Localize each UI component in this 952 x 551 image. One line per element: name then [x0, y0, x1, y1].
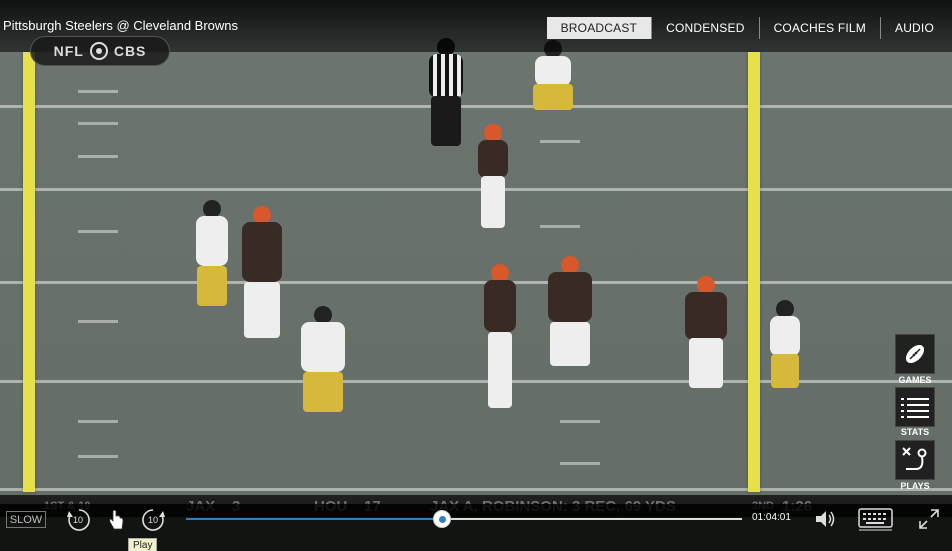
browns-player-figure [232, 206, 292, 346]
steelers-player-figure [760, 300, 810, 420]
progress-bar[interactable] [186, 510, 742, 528]
fullscreen-icon [919, 509, 939, 529]
hash-mark [78, 455, 118, 458]
hash-mark [78, 90, 118, 93]
goal-post [748, 52, 760, 492]
rewind-10-button[interactable]: 10 [66, 507, 92, 538]
referee-figure [418, 38, 474, 148]
hash-mark [78, 155, 118, 158]
tab-audio[interactable]: AUDIO [881, 17, 948, 39]
speaker-icon [816, 511, 835, 527]
logo-nfl: NFL [53, 43, 84, 59]
time-display: 01:04:01 [752, 512, 791, 523]
fullscreen-button[interactable] [916, 506, 942, 537]
yard-line [0, 105, 952, 108]
game-title: Pittsburgh Steelers @ Cleveland Browns [3, 18, 239, 33]
progress-fill [186, 518, 442, 520]
yard-line [0, 281, 952, 284]
steelers-player-figure [292, 306, 354, 446]
list-icon [901, 398, 929, 418]
nfl-cbs-logo: NFL CBS [30, 36, 170, 66]
progress-thumb[interactable] [432, 510, 451, 528]
browns-player-figure [676, 276, 736, 406]
view-tabs: BROADCAST CONDENSED COACHES FILM AUDIO [546, 17, 948, 39]
cbs-eye-icon [89, 42, 108, 60]
play-button[interactable] [108, 509, 126, 536]
browns-player-figure [538, 256, 602, 376]
rewind-label: 10 [73, 515, 84, 525]
volume-button[interactable] [814, 508, 838, 535]
tab-condensed[interactable]: CONDENSED [652, 17, 760, 39]
hash-mark [560, 462, 600, 465]
forward-10-button[interactable]: 10 [140, 507, 166, 538]
forward-label: 10 [148, 515, 159, 525]
browns-player-figure [468, 124, 518, 234]
keyboard-captions-icon [858, 508, 893, 531]
hash-mark [560, 420, 600, 423]
slow-motion-button[interactable]: SLOW [6, 511, 46, 528]
stats-button[interactable] [895, 387, 935, 427]
games-button[interactable] [895, 334, 935, 374]
browns-quarterback-figure [476, 264, 524, 414]
hash-mark [78, 320, 118, 323]
hand-cursor-icon [109, 509, 124, 530]
games-label: GAMES [898, 375, 932, 385]
tab-coaches-film[interactable]: COACHES FILM [760, 17, 881, 39]
hash-mark [540, 140, 580, 143]
goal-post [23, 52, 35, 492]
steelers-player-figure [518, 40, 588, 120]
hash-mark [78, 230, 118, 233]
hash-mark [540, 225, 580, 228]
steelers-player-figure [188, 200, 236, 340]
captions-button[interactable] [858, 507, 894, 536]
stats-label: STATS [900, 427, 930, 437]
tab-broadcast[interactable]: BROADCAST [546, 17, 653, 39]
video-frame[interactable] [0, 0, 952, 551]
yard-line [0, 488, 952, 491]
logo-cbs: CBS [113, 43, 147, 59]
play-diagram-icon [902, 447, 927, 470]
plays-label: PLAYS [900, 481, 930, 491]
plays-button[interactable] [895, 440, 935, 480]
hash-mark [78, 420, 118, 423]
football-icon [905, 344, 925, 364]
hash-mark [78, 122, 118, 125]
play-tooltip: Play [128, 538, 158, 551]
